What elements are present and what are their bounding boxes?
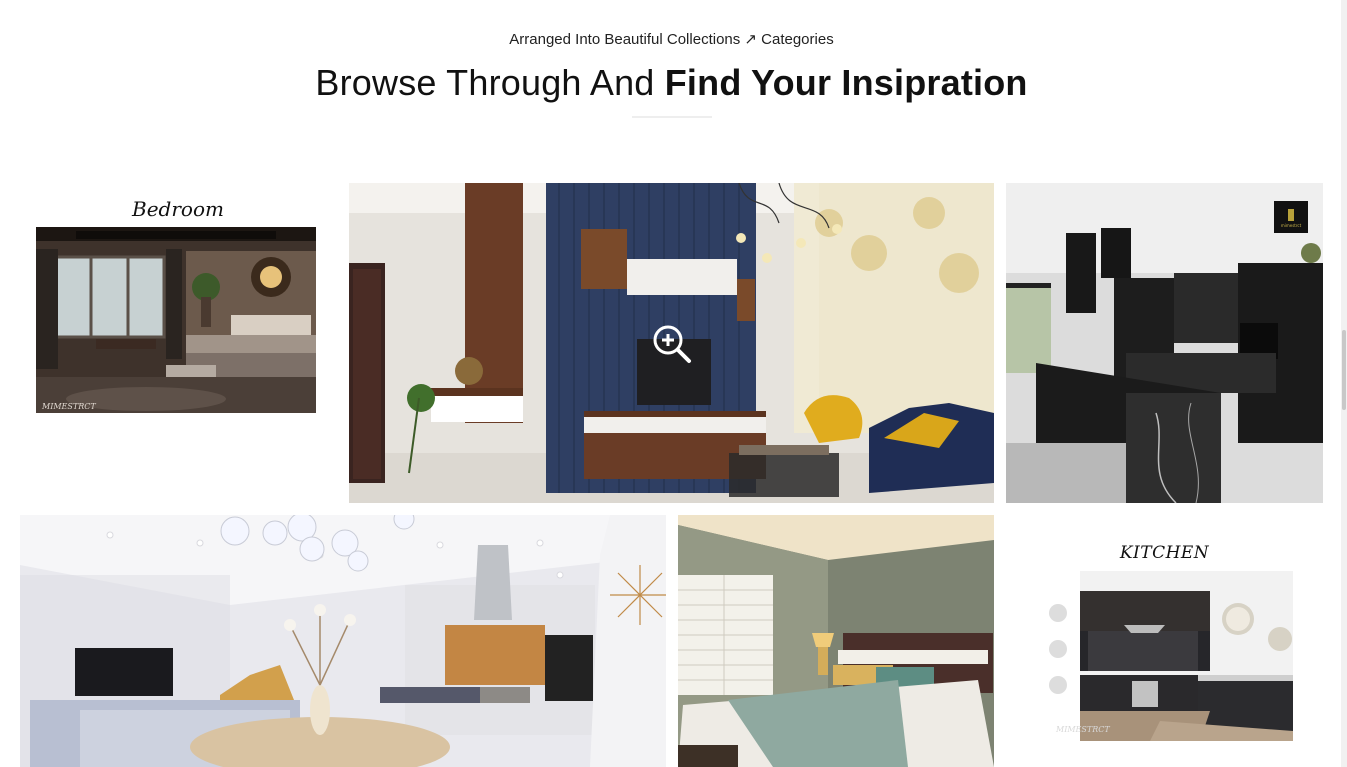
kitchen-board-image xyxy=(1040,571,1293,741)
dark-kitchen-tile[interactable]: mimestrct xyxy=(1006,183,1323,503)
kitchen-moodboard-tile[interactable]: KITCHEN MIMESTRCT xyxy=(1006,515,1323,767)
section-subtitle: Arranged Into Beautiful Collections ↗ Ca… xyxy=(509,31,834,48)
section-headline: Browse Through And Find Your Insipration xyxy=(0,62,1343,104)
scrollbar-thumb[interactable] xyxy=(1342,330,1346,410)
bedroom-board-watermark: MIMESTRCT xyxy=(42,402,96,411)
headline-bold: Find Your Insipration xyxy=(664,62,1028,103)
kitchen-board-watermark: MIMESTRCT xyxy=(1056,725,1110,734)
bedroom-moodboard-tile[interactable]: Bedroom MIMESTRCT xyxy=(20,183,336,503)
dark-kitchen-image xyxy=(1006,183,1323,503)
open-kitchen-dining-image xyxy=(20,515,666,767)
kitchen-board-title: KITCHEN xyxy=(1119,543,1210,563)
green-bedroom-image xyxy=(678,515,994,767)
bedroom-board-image xyxy=(36,227,316,413)
headline-divider xyxy=(632,116,712,118)
page-scrollbar[interactable] xyxy=(1341,0,1347,767)
headline-light: Browse Through And xyxy=(315,62,665,103)
bedroom-board-title: Bedroom xyxy=(132,197,224,221)
open-kitchen-dining-tile[interactable] xyxy=(20,515,666,767)
living-room-tile[interactable] xyxy=(349,183,994,503)
green-bedroom-tile[interactable] xyxy=(678,515,994,767)
kitchen-badge: mimestrct xyxy=(1280,223,1302,228)
zoom-in-icon[interactable] xyxy=(652,324,692,364)
